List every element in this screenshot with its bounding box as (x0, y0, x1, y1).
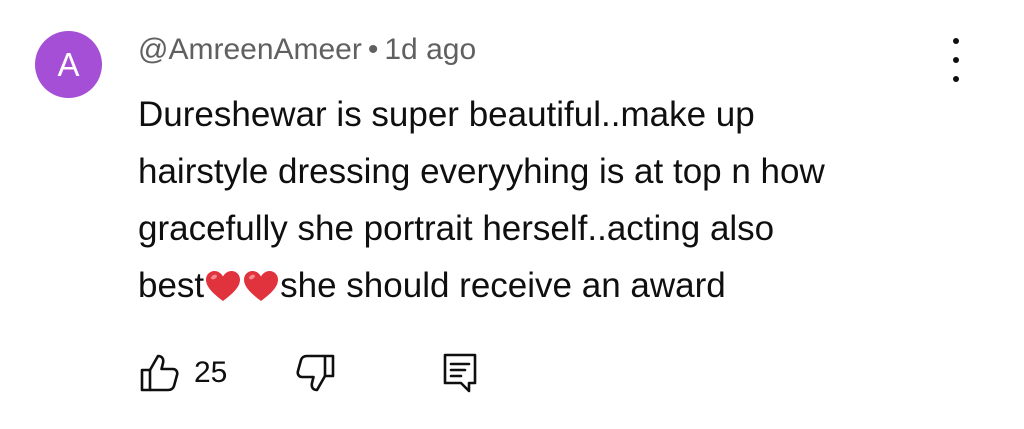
comment-text: Dureshewar is super beautiful..make up h… (138, 86, 938, 314)
avatar[interactable]: A (35, 31, 102, 98)
reply-button[interactable] (441, 351, 479, 395)
dot-icon (953, 38, 959, 44)
meta-separator: • (367, 33, 379, 66)
dot-icon (953, 57, 959, 63)
more-options-button[interactable] (940, 38, 972, 82)
author-handle[interactable]: @AmreenAmeer (138, 33, 362, 66)
avatar-letter: A (57, 46, 80, 83)
comment-actions: 25 (138, 350, 479, 396)
comment-line: Dureshewar is super beautiful..make up (138, 95, 755, 134)
red-heart-icon (244, 271, 279, 301)
like-button[interactable]: 25 (138, 352, 227, 394)
reply-comment-icon (444, 353, 477, 393)
like-count: 25 (194, 356, 228, 389)
dislike-button[interactable] (295, 352, 337, 394)
comment-line-last: best she should receive an award (138, 257, 938, 314)
comment-line-start: best (138, 266, 205, 305)
comment-line: gracefully she portrait herself..acting … (138, 209, 775, 248)
thumbs-down-icon (296, 354, 335, 392)
thumbs-up-icon (140, 354, 179, 392)
comment-line-end: she should receive an award (280, 266, 726, 305)
red-heart-icon (206, 271, 241, 301)
comment-meta: @AmreenAmeer • 1d ago (138, 33, 476, 67)
comment-time[interactable]: 1d ago (384, 33, 476, 66)
comment-item: A @AmreenAmeer • 1d ago Dureshewar is supe… (0, 0, 1024, 429)
comment-line: hairstyle dressing everyyhing is at top … (138, 152, 825, 191)
dot-icon (953, 76, 959, 82)
